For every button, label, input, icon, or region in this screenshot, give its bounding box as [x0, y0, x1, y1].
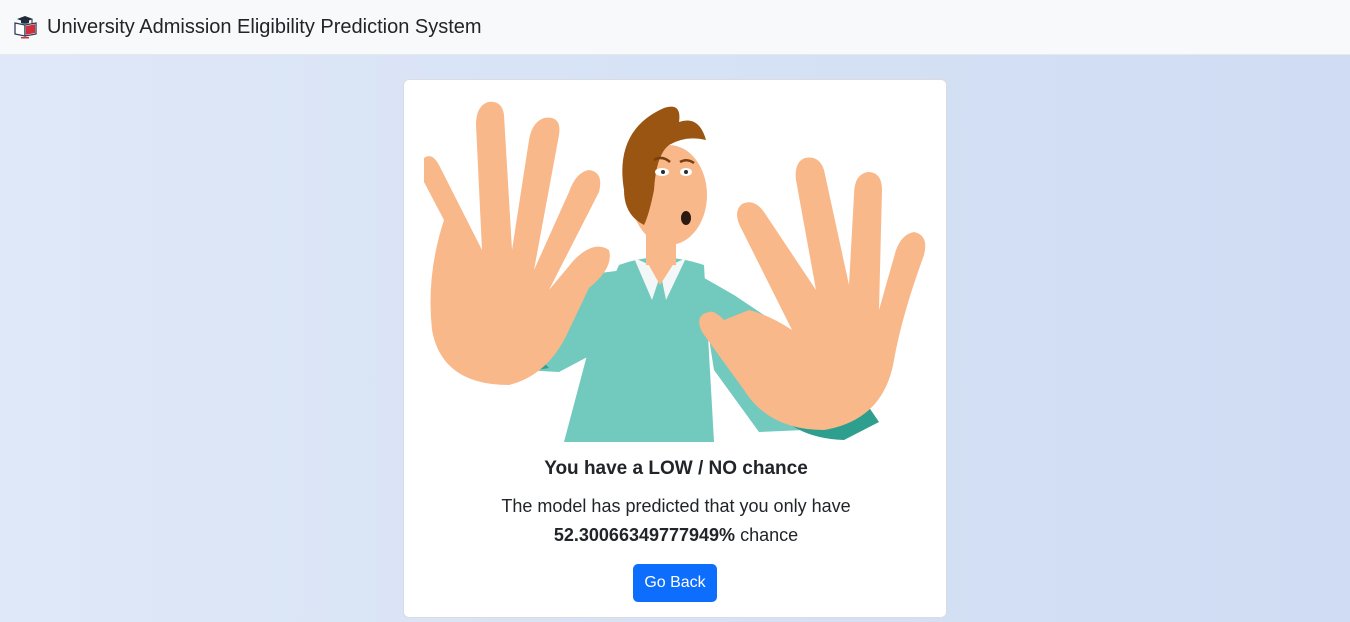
result-title: You have a LOW / NO chance [544, 458, 808, 479]
navbar-brand[interactable]: University Admission Eligibility Predict… [13, 15, 482, 39]
graduation-book-icon [13, 15, 39, 39]
predicted-percentage: 52.30066349777949% [553, 525, 736, 545]
stop-hands-illustration [424, 101, 926, 442]
result-card: You have a LOW / NO chance The model has… [403, 79, 947, 618]
brand-title: University Admission Eligibility Predict… [47, 15, 482, 38]
go-back-button[interactable]: Go Back [633, 564, 717, 602]
result-message-suffix: chance [735, 525, 799, 545]
result-message-line1: The model has predicted that you only ha… [501, 496, 851, 516]
result-message: The model has predicted that you only ha… [404, 492, 946, 550]
top-navbar: University Admission Eligibility Predict… [0, 0, 1350, 55]
